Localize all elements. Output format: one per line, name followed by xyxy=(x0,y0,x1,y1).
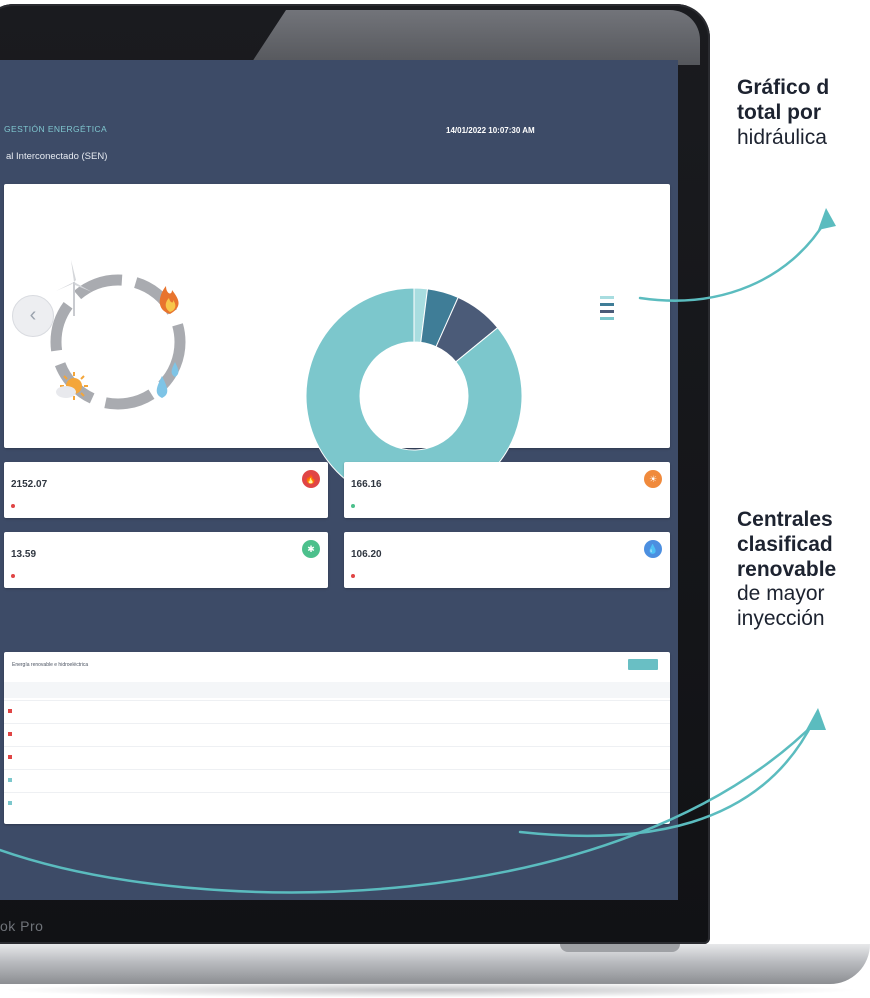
sun-icon: ☀ xyxy=(644,470,662,488)
annotation-line: clasificad xyxy=(737,532,833,556)
table-header-row xyxy=(4,682,670,698)
stat-value: 166.16 xyxy=(351,479,382,490)
stat-value: 106.20 xyxy=(351,549,382,560)
stat-card-hydro: 106.20 💧 xyxy=(344,532,670,588)
arrowhead xyxy=(818,208,836,230)
plant-name-cell xyxy=(8,800,15,805)
arrowhead xyxy=(806,708,826,730)
generation-card xyxy=(4,184,670,505)
annotation-line: hidráulica xyxy=(737,125,827,149)
stat-footnote xyxy=(11,503,18,508)
plant-type-flag xyxy=(8,731,12,736)
datetime-display: 14/01/2022 10:07:30 AM xyxy=(446,126,535,135)
table-action-button[interactable] xyxy=(628,659,658,670)
plant-name-cell xyxy=(8,708,15,713)
plant-type-flag xyxy=(8,800,12,805)
plant-name-cell xyxy=(8,777,15,782)
stat-card-thermal: 2152.07 🔥 xyxy=(4,462,328,518)
plant-name-cell xyxy=(8,754,15,759)
table-row[interactable] xyxy=(4,792,670,815)
plant-type-flag xyxy=(8,754,12,759)
annotation-line: de mayor xyxy=(737,582,825,606)
wind-icon: ✱ xyxy=(302,540,320,558)
table-row[interactable] xyxy=(4,700,670,723)
table-row[interactable] xyxy=(4,746,670,769)
legend-swatch xyxy=(600,310,614,313)
legend-swatch xyxy=(600,303,614,306)
annotation-line: total por xyxy=(737,100,821,124)
bezel-reflection xyxy=(250,10,700,65)
annotation-line: Gráfico d xyxy=(737,76,830,99)
legend-item xyxy=(600,294,660,301)
annotation-line: renovable xyxy=(737,557,837,581)
chart-legend xyxy=(600,294,660,322)
dashboard-screen: GESTIÓN ENERGÉTICA al Interconectado (SE… xyxy=(0,60,678,900)
legend-item xyxy=(600,301,660,308)
annotation-chart: Gráfico d total por hidráulica xyxy=(737,76,829,150)
table-row[interactable] xyxy=(4,769,670,792)
energy-cycle-illustration xyxy=(50,260,186,410)
laptop-base-notch xyxy=(560,944,680,952)
status-dot xyxy=(351,573,355,578)
stat-value: 2152.07 xyxy=(11,479,48,490)
stat-footnote xyxy=(11,573,18,578)
stat-value: 13.59 xyxy=(11,549,37,560)
annotation-line: inyección xyxy=(737,607,825,631)
app-title: GESTIÓN ENERGÉTICA xyxy=(4,124,108,134)
annotation-line: Centrales xyxy=(737,508,833,531)
carousel-prev-button[interactable]: ‹ xyxy=(12,295,54,337)
plant-type-flag xyxy=(8,777,12,782)
app-subtitle: al Interconectado (SEN) xyxy=(6,151,108,162)
stat-card-solar: 166.16 ☀ xyxy=(344,462,670,518)
laptop-base xyxy=(0,944,870,984)
renewable-plants-table: Energía renovable e hidroeléctrica xyxy=(4,652,670,824)
plant-name-cell xyxy=(8,731,15,736)
stat-card-wind: 13.59 ✱ xyxy=(4,532,328,588)
legend-item xyxy=(600,308,660,315)
flame-icon: 🔥 xyxy=(302,470,320,488)
legend-swatch xyxy=(600,317,614,320)
laptop-shadow xyxy=(0,982,860,998)
legend-item xyxy=(600,315,660,322)
status-dot xyxy=(11,573,15,578)
status-dot xyxy=(11,503,15,508)
status-dot xyxy=(351,503,355,508)
stat-footnote xyxy=(351,573,358,578)
stat-footnote xyxy=(351,503,358,508)
table-row[interactable] xyxy=(4,723,670,746)
annotation-table: Centrales clasificad renovable de mayor … xyxy=(737,508,836,632)
legend-swatch xyxy=(600,296,614,299)
water-drop-icon: 💧 xyxy=(644,540,662,558)
plant-type-flag xyxy=(8,708,12,713)
table-title: Energía renovable e hidroeléctrica xyxy=(12,662,89,668)
laptop-model-label: ok Pro xyxy=(0,918,44,934)
